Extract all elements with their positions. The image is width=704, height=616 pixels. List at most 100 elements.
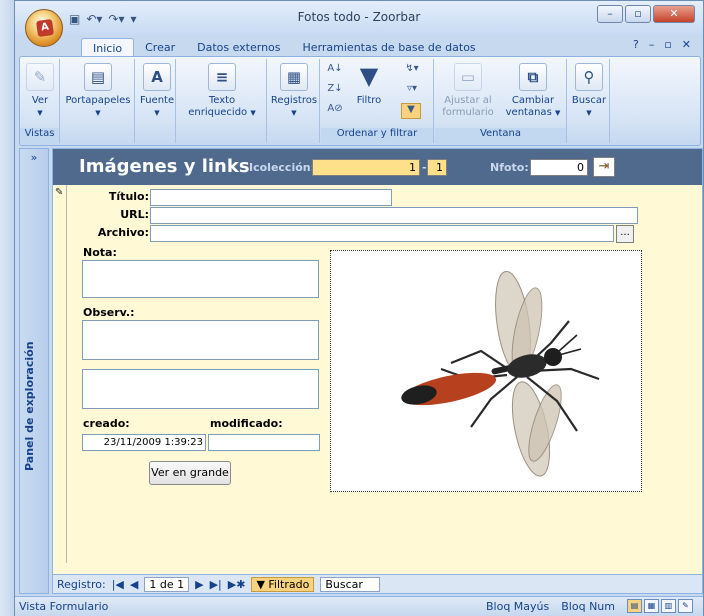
chevron-down-icon: ▼: [291, 109, 297, 117]
num-lock-indicator: Bloq Num: [561, 599, 615, 613]
ordenar-filtrar-label: Ordenar y filtrar: [321, 128, 433, 143]
open-form-icon[interactable]: ⇥: [593, 157, 615, 177]
ventana-label: Ventana: [435, 128, 566, 143]
registro-label: Registro:: [57, 577, 106, 591]
toggle-filter-icon[interactable]: ▼: [401, 103, 421, 119]
status-bar: Vista Formulario Bloq Mayús Bloq Num ▤ ▦…: [15, 596, 703, 616]
filtro-button[interactable]: ▼ Filtro: [347, 63, 391, 107]
office-button[interactable]: A: [25, 9, 63, 47]
paste-icon: ▤: [84, 63, 112, 91]
registros-button[interactable]: ▦ Registros ▼: [270, 63, 318, 119]
view-switcher: ▤ ▦ ▥ ✎: [627, 599, 693, 613]
filter-icon: ▼: [359, 62, 379, 90]
first-record-icon[interactable]: |◀: [112, 578, 124, 591]
fuente-label: Fuente: [140, 95, 175, 106]
switch-windows-icon: ⧉: [519, 63, 547, 91]
ver-button[interactable]: ✎ Ver ▼: [24, 63, 56, 119]
background-window: [0, 0, 14, 616]
record-position-field[interactable]: 1 de 1: [144, 576, 190, 592]
minimize-button[interactable]: –: [597, 5, 623, 23]
wasp-image: [401, 270, 600, 477]
search-box[interactable]: Buscar: [320, 576, 381, 592]
ribbon-tabs-row: Inicio Crear Datos externos Herramientas…: [15, 35, 703, 58]
coleccion-field-2[interactable]: 1: [427, 159, 447, 176]
nfoto-field[interactable]: 0: [530, 159, 588, 176]
modificado-label: modificado:: [210, 417, 283, 430]
texto-enriquecido-button[interactable]: ≡ Texto enriquecido ▼: [181, 63, 263, 119]
document-controls: ? – ▫ ✕: [633, 38, 691, 51]
record-selector[interactable]: ✎: [53, 185, 67, 563]
next-record-icon[interactable]: ▶: [195, 578, 203, 591]
doc-minimize-icon[interactable]: –: [649, 38, 655, 51]
tab-crear[interactable]: Crear: [134, 38, 186, 58]
tab-inicio[interactable]: Inicio: [81, 38, 135, 58]
ajustar-formulario-button[interactable]: ▭ Ajustar al formulario: [437, 63, 499, 119]
new-record-icon[interactable]: ▶✱: [228, 578, 246, 591]
url-field[interactable]: [150, 207, 638, 224]
chevron-down-icon: ▼: [154, 109, 160, 117]
sort-desc-icon[interactable]: Z↓: [327, 83, 343, 97]
ribbon-tabs: Inicio Crear Datos externos Herramientas…: [81, 38, 487, 58]
record-navigator: Registro: |◀ ◀ 1 de 1 ▶ ▶| ▶✱ ▼ Filtrado…: [53, 574, 702, 593]
form-view-icon[interactable]: ▤: [627, 599, 642, 613]
cambiar-label: Cambiar: [511, 95, 555, 106]
modificado-field[interactable]: [208, 434, 320, 451]
portapapeles-button[interactable]: ▤ Portapapeles ▼: [63, 63, 133, 119]
filter-icon: ▼: [256, 577, 269, 591]
redo-icon[interactable]: ↷▾: [108, 12, 124, 26]
maximize-button[interactable]: ▫: [625, 5, 651, 23]
coleccion-field[interactable]: 1: [312, 159, 420, 176]
doc-restore-icon[interactable]: ▫: [664, 38, 671, 51]
expand-pane-icon[interactable]: »: [20, 151, 48, 164]
extra-memo-field[interactable]: [82, 369, 319, 409]
office-button-icon: A: [35, 18, 55, 38]
last-record-icon[interactable]: ▶|: [210, 578, 222, 591]
design-view-icon[interactable]: ✎: [678, 599, 693, 613]
undo-icon[interactable]: ↶▾: [86, 12, 102, 26]
ribbon: ✎ Ver ▼ Vistas ▤ Portapapeles ▼ A Fuente…: [19, 56, 701, 146]
nota-field[interactable]: [82, 260, 319, 298]
ver-en-grande-button[interactable]: Ver en grande: [149, 461, 231, 485]
help-icon[interactable]: ?: [633, 38, 639, 51]
chevron-down-icon: ▼: [95, 109, 101, 117]
creado-field[interactable]: 23/11/2009 1:39:23: [82, 434, 206, 451]
datasheet-view-icon[interactable]: ▦: [644, 599, 659, 613]
ver-label: Ver: [31, 95, 49, 106]
advanced-filter-icon[interactable]: ▿▾: [401, 83, 423, 97]
close-button[interactable]: ✕: [653, 5, 695, 23]
clear-sort-icon[interactable]: A⊘: [327, 103, 343, 117]
nota-label: Nota:: [83, 246, 117, 259]
group-texto: ≡ Texto enriquecido ▼: [177, 59, 267, 143]
filtrado-toggle[interactable]: ▼ Filtrado: [251, 576, 315, 592]
title-bar[interactable]: Fotos todo - Zoorbar ▣ ↶▾ ↷▾ ▾ – ▫ ✕: [15, 1, 703, 35]
navigation-pane-label[interactable]: Panel de exploración: [23, 341, 36, 471]
pencil-icon: ✎: [55, 187, 64, 198]
navigation-pane[interactable]: » Panel de exploración: [19, 148, 49, 594]
sort-asc-icon[interactable]: A↓: [327, 63, 343, 77]
caps-lock-indicator: Bloq Mayús: [486, 599, 550, 613]
url-label: URL:: [120, 208, 149, 221]
titulo-field[interactable]: [150, 189, 392, 206]
tab-herramientas[interactable]: Herramientas de base de datos: [292, 38, 487, 58]
observ-field[interactable]: [82, 320, 319, 360]
archivo-browse-button[interactable]: ...: [616, 225, 634, 243]
portapapeles-label: Portapapeles: [65, 95, 131, 106]
cambiar-ventanas-button[interactable]: ⧉ Cambiar ventanas ▼: [501, 63, 565, 119]
fuente-button[interactable]: A Fuente ▼: [140, 63, 174, 119]
selection-icon[interactable]: ↯▾: [401, 63, 423, 77]
save-icon[interactable]: ▣: [69, 12, 80, 26]
paragraph-icon: ≡: [208, 63, 236, 91]
doc-close-icon[interactable]: ✕: [682, 38, 691, 51]
view-icon: ✎: [26, 63, 54, 91]
font-icon: A: [143, 63, 171, 91]
prev-record-icon[interactable]: ◀: [130, 578, 138, 591]
customize-qat-icon[interactable]: ▾: [131, 12, 137, 26]
access-window: Fotos todo - Zoorbar ▣ ↶▾ ↷▾ ▾ – ▫ ✕ A I…: [14, 0, 704, 616]
tab-datos-externos[interactable]: Datos externos: [186, 38, 291, 58]
photo-frame: [330, 250, 642, 492]
pivot-view-icon[interactable]: ▥: [661, 599, 676, 613]
find-icon: ⚲: [575, 63, 603, 91]
archivo-field[interactable]: [150, 225, 614, 242]
fit-form-icon: ▭: [454, 63, 482, 91]
buscar-button[interactable]: ⚲ Buscar ▼: [570, 63, 608, 119]
